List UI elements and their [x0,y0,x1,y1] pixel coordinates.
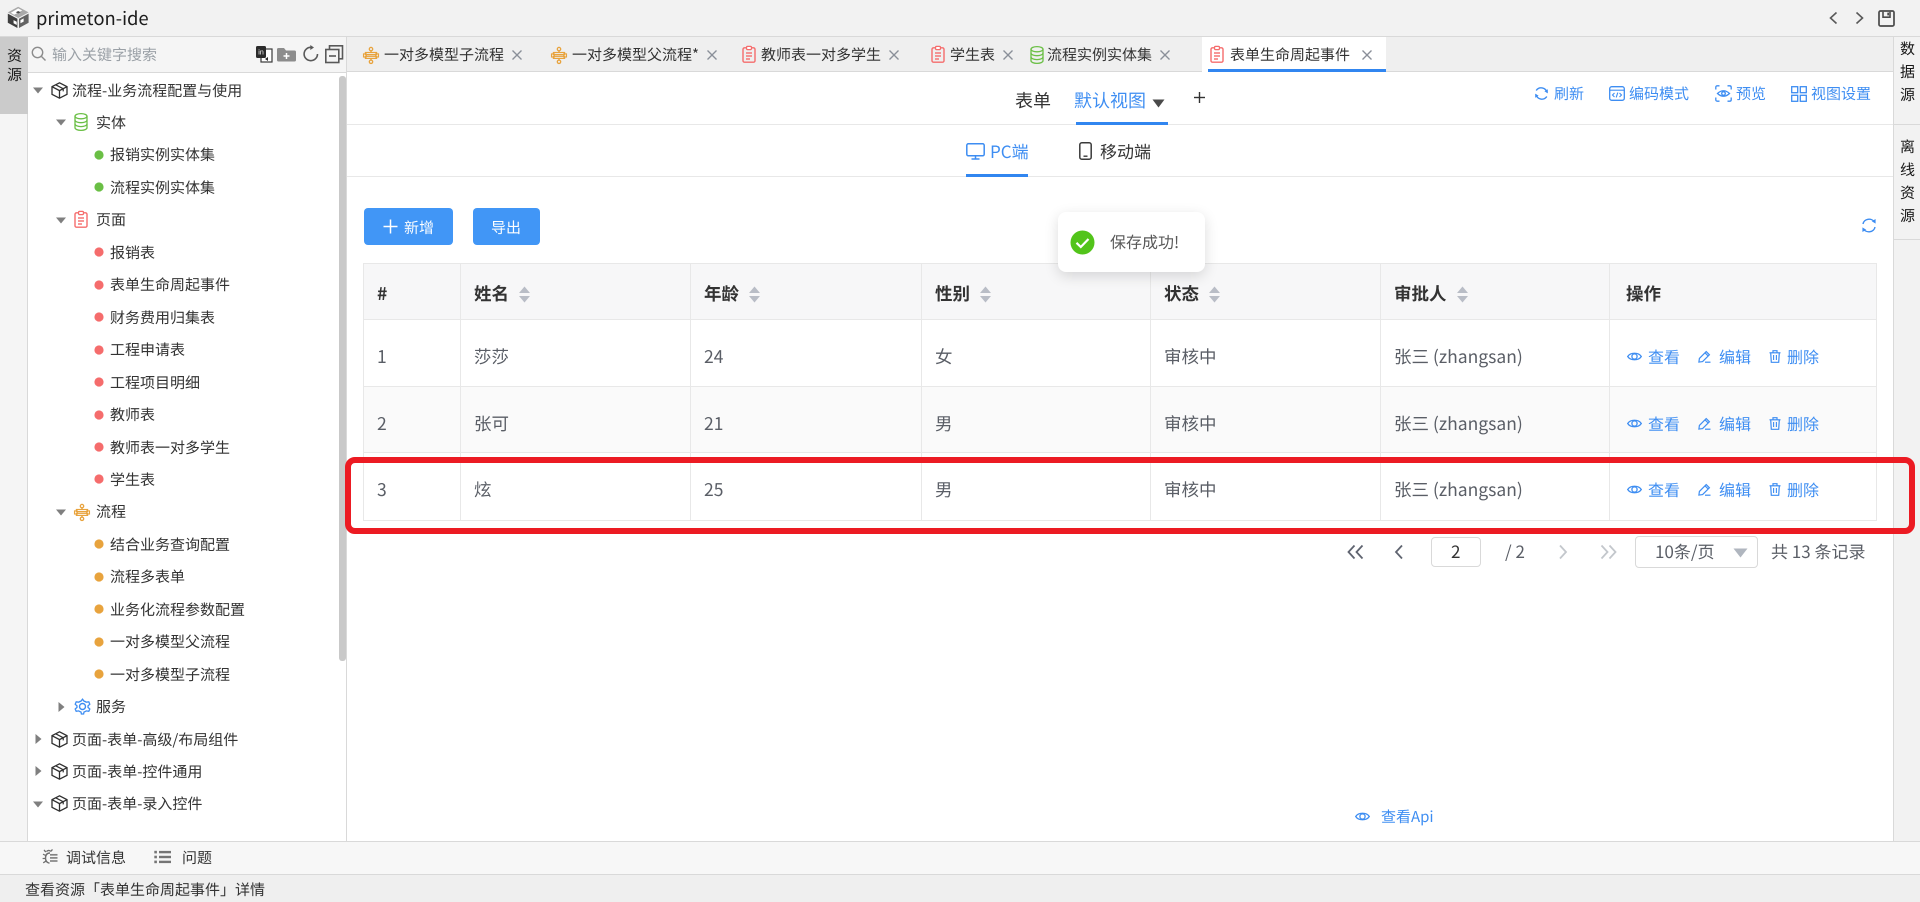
svg-text:in: in [258,50,264,57]
